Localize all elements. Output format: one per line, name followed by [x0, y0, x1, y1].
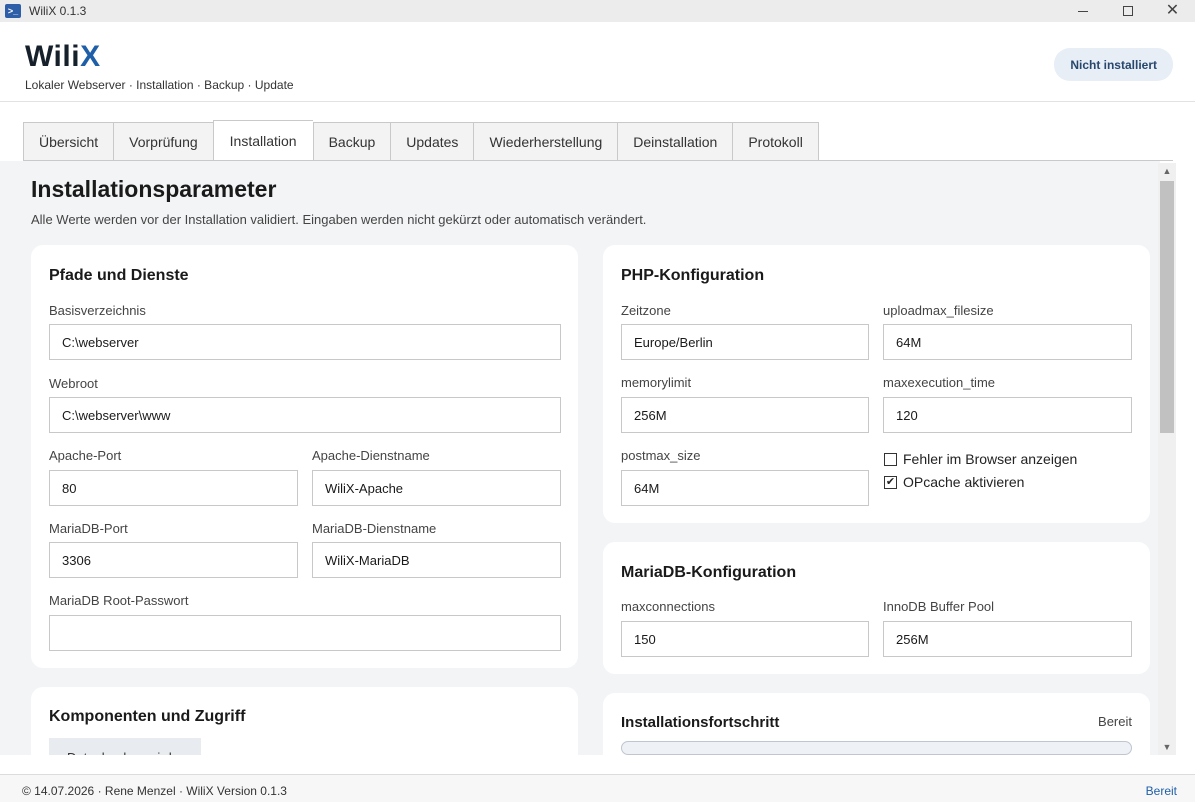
footer-copyright: © 14.07.2026 · Rene Menzel · WiliX Versi… — [22, 784, 287, 798]
progress-status: Bereit — [1098, 714, 1132, 729]
tab-installation[interactable]: Installation — [212, 120, 313, 161]
opcache-option[interactable]: ✔ OPcache aktivieren — [884, 474, 1024, 490]
brand-accent: X — [80, 40, 101, 73]
opcache-checkbox[interactable]: ✔ — [884, 475, 897, 489]
components-button[interactable]: Datenbanken wird... — [49, 738, 201, 755]
max-execution-label: maxexecution_time — [883, 375, 995, 390]
root-password-label: MariaDB Root-Passwort — [49, 593, 189, 608]
webroot-input[interactable] — [49, 397, 561, 433]
tab-precheck[interactable]: Vorprüfung — [113, 122, 213, 161]
tagline: Lokaler Webserver · Installation · Backu… — [25, 78, 294, 92]
upload-max-input[interactable] — [883, 324, 1132, 360]
components-card: Komponenten und Zugriff Datenbanken wird… — [31, 687, 578, 755]
tab-restore[interactable]: Wiederherstellung — [473, 122, 618, 161]
progress-bar — [621, 741, 1132, 755]
maximize-icon — [1122, 6, 1133, 16]
apache-service-label: Apache-Dienstname — [312, 448, 430, 463]
memory-limit-input[interactable] — [621, 397, 869, 433]
php-card-title: PHP-Konfiguration — [621, 267, 765, 284]
upload-max-label: uploadmax_filesize — [883, 303, 994, 318]
mariadb-port-input[interactable] — [49, 542, 298, 578]
maximize-button[interactable] — [1105, 0, 1150, 22]
minimize-button[interactable] — [1060, 0, 1105, 22]
timezone-label: Zeitzone — [621, 303, 671, 318]
buffer-pool-input[interactable] — [883, 621, 1132, 657]
brand-logo: WiliX — [25, 40, 101, 74]
progress-card: Installationsfortschritt Bereit — [603, 693, 1150, 755]
minimize-icon — [1077, 10, 1088, 12]
show-errors-checkbox[interactable] — [884, 452, 897, 466]
opcache-label: OPcache aktivieren — [903, 474, 1025, 490]
tab-log[interactable]: Protokoll — [732, 122, 819, 161]
window-title: WiliX 0.1.3 — [29, 4, 87, 18]
window-controls: ✕ — [1060, 0, 1195, 22]
max-connections-label: maxconnections — [621, 599, 715, 614]
root-password-input[interactable] — [49, 615, 561, 651]
mariadb-service-label: MariaDB-Dienstname — [312, 521, 437, 536]
app-icon: >_ — [5, 4, 21, 18]
apache-port-input[interactable] — [49, 470, 298, 506]
page-subtitle: Alle Werte werden vor der Installation v… — [31, 212, 647, 227]
tab-updates[interactable]: Updates — [390, 122, 474, 161]
basedir-input[interactable] — [49, 324, 561, 360]
post-max-label: postmax_size — [621, 448, 701, 463]
title-bar: >_ WiliX 0.1.3 ✕ — [0, 0, 1195, 22]
apache-service-input[interactable] — [312, 470, 561, 506]
max-execution-input[interactable] — [883, 397, 1132, 433]
tab-overview[interactable]: Übersicht — [23, 122, 114, 161]
scroll-up-icon[interactable]: ▲ — [1158, 163, 1176, 179]
mariadb-service-input[interactable] — [312, 542, 561, 578]
progress-card-title: Installationsfortschritt — [621, 714, 780, 731]
show-errors-label: Fehler im Browser anzeigen — [903, 451, 1078, 467]
scroll-down-icon[interactable]: ▼ — [1158, 739, 1176, 755]
tab-uninstall[interactable]: Deinstallation — [617, 122, 733, 161]
timezone-input[interactable] — [621, 324, 869, 360]
footer-status: Bereit — [1145, 784, 1177, 798]
memory-limit-label: memorylimit — [621, 375, 692, 390]
installation-panel: Installationsparameter Alle Werte werden… — [0, 161, 1160, 755]
tab-backup[interactable]: Backup — [312, 122, 391, 161]
post-max-input[interactable] — [621, 470, 869, 506]
brand-main: Wili — [25, 40, 81, 73]
page-title: Installationsparameter — [31, 176, 277, 202]
buffer-pool-label: InnoDB Buffer Pool — [883, 599, 995, 614]
max-connections-input[interactable] — [621, 621, 869, 657]
components-card-title: Komponenten und Zugriff — [49, 708, 246, 725]
paths-card-title: Pfade und Dienste — [49, 267, 189, 284]
apache-port-label: Apache-Port — [49, 448, 122, 463]
content-scrollbar[interactable]: ▲ ▼ — [1158, 163, 1176, 755]
mariadb-card-title: MariaDB-Konfiguration — [621, 564, 797, 581]
mariadb-port-label: MariaDB-Port — [49, 521, 128, 536]
tab-bar: Übersicht Vorprüfung Installation Backup… — [23, 120, 819, 161]
basedir-label: Basisverzeichnis — [49, 303, 146, 318]
close-button[interactable]: ✕ — [1150, 0, 1195, 22]
status-bar: © 14.07.2026 · Rene Menzel · WiliX Versi… — [0, 774, 1195, 802]
app-header: WiliX Lokaler Webserver · Installation ·… — [0, 22, 1195, 102]
mariadb-card: MariaDB-Konfiguration maxconnections Inn… — [603, 542, 1150, 674]
scroll-thumb[interactable] — [1160, 181, 1174, 433]
show-errors-option[interactable]: Fehler im Browser anzeigen — [884, 451, 1077, 467]
paths-card: Pfade und Dienste Basisverzeichnis Webro… — [31, 245, 578, 668]
webroot-label: Webroot — [49, 376, 98, 391]
php-card: PHP-Konfiguration Zeitzone uploadmax_fil… — [603, 245, 1150, 523]
close-icon: ✕ — [1165, 2, 1180, 19]
install-status-badge: Nicht installiert — [1054, 48, 1173, 81]
